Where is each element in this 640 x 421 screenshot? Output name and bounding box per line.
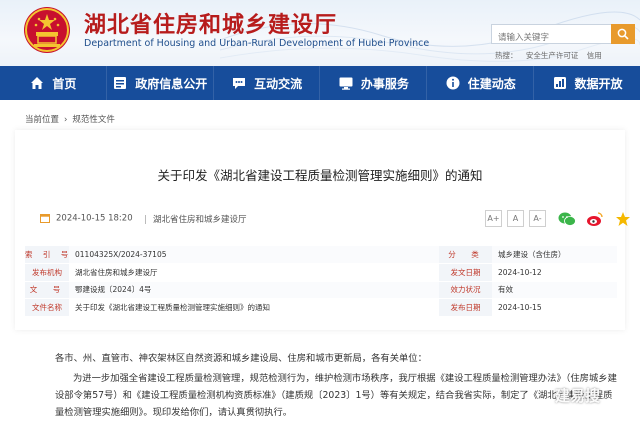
info-label: 文件名称: [25, 298, 69, 317]
table-row: 文件名称 关于印发《湖北省建设工程质量检测管理实施细则》的通知 发布日期 202…: [25, 298, 617, 317]
nav-item-home[interactable]: 首页: [0, 66, 107, 100]
letter-paragraph: 为进一步加强全省建设工程质量检测管理，规范检测行为，维护检测市场秩序，我厅根据《…: [55, 373, 617, 418]
weibo-icon[interactable]: [586, 210, 604, 228]
search-box[interactable]: [491, 24, 611, 47]
breadcrumb-separator: ›: [64, 115, 68, 125]
site-subtitle: Department of Housing and Urban-Rural De…: [84, 38, 430, 49]
article-title: 关于印发《湖北省建设工程质量检测管理实施细则》的通知: [157, 168, 483, 183]
table-row: 索 引 号 01104325X/2024-37105 分 类 城乡建设（含住房）: [25, 246, 617, 265]
nav-item-label: 住建动态: [467, 76, 516, 91]
table-row: 文 号 鄂建设规〔2024〕4号 效力状况 有效: [25, 281, 617, 300]
nav-item-label: 政府信息公开: [135, 76, 208, 91]
document-icon: [112, 75, 128, 91]
hot-words: 热搜： 安全生产许可证 信用: [495, 50, 608, 61]
search-input[interactable]: [492, 29, 611, 47]
font-default-button[interactable]: A: [507, 210, 524, 227]
nav-item-open-data[interactable]: 数据开放: [534, 66, 640, 100]
info-value: 城乡建设（含住房）: [492, 246, 617, 265]
article-meta: 2024-10-15 18:20 湖北省住房和城乡建设厅 A+ A A-: [40, 210, 630, 228]
info-value: 2024-10-15: [492, 298, 617, 317]
nav-item-news[interactable]: 住建动态: [427, 66, 535, 100]
nav-item-label: 数据开放: [574, 76, 623, 91]
home-icon: [29, 75, 45, 91]
chart-icon: [552, 75, 568, 91]
info-icon: [445, 75, 461, 91]
info-label: 发布机构: [25, 263, 69, 282]
article-publisher-text: 湖北省住房和城乡建设厅: [153, 215, 247, 225]
article-publisher: 湖北省住房和城乡建设厅: [145, 213, 247, 225]
font-size-controls: A+ A A-: [485, 210, 551, 227]
search-icon: [617, 28, 629, 40]
nav-item-interaction[interactable]: 互动交流: [214, 66, 321, 100]
monitor-icon: [338, 75, 354, 91]
info-value: 鄂建设规〔2024〕4号: [69, 281, 439, 300]
document-info-table: 索 引 号 01104325X/2024-37105 分 类 城乡建设（含住房）…: [25, 246, 617, 317]
info-label: 发布日期: [439, 298, 492, 317]
nav-item-services[interactable]: 办事服务: [320, 66, 428, 100]
meta-divider: [145, 215, 146, 224]
info-label: 索 引 号: [25, 246, 69, 265]
hot-word-link[interactable]: 信用: [587, 51, 602, 60]
search-button[interactable]: [611, 24, 635, 44]
nav-item-gov-info[interactable]: 政府信息公开: [107, 66, 214, 100]
font-increase-button[interactable]: A+: [485, 210, 502, 227]
article-date-text: 2024-10-15 18:20: [56, 213, 133, 224]
info-label: 效力状况: [439, 281, 492, 300]
info-value: 01104325X/2024-37105: [69, 246, 439, 265]
info-value: 有效: [492, 281, 617, 300]
nav-item-label: 互动交流: [254, 76, 303, 91]
info-label: 发文日期: [439, 263, 492, 282]
site-header: 湖北省住房和城乡建设厅 Department of Housing and Ur…: [0, 0, 640, 66]
main-nav: 首页 政府信息公开 互动交流 办事服务 住建动态 数据开放: [0, 66, 640, 100]
site-title[interactable]: 湖北省住房和城乡建设厅: [84, 7, 337, 39]
watermark-text: 建易搜: [555, 387, 601, 405]
table-row: 发布机构 湖北省住房和城乡建设厅 发文日期 2024-10-12: [25, 263, 617, 282]
breadcrumb-link-normative-docs[interactable]: 规范性文件: [72, 115, 115, 125]
nav-item-label: 首页: [52, 76, 77, 91]
favorite-star-icon[interactable]: [614, 210, 632, 228]
hot-word-link[interactable]: 安全生产许可证: [526, 51, 579, 60]
article-date: 2024-10-15 18:20: [40, 213, 133, 224]
info-value: 2024-10-12: [492, 263, 617, 282]
breadcrumb-current-location: 当前位置: [25, 115, 60, 125]
info-label: 分 类: [439, 246, 492, 265]
info-label: 文 号: [25, 281, 69, 300]
chat-icon: [231, 75, 247, 91]
info-value: 关于印发《湖北省建设工程质量检测管理实施细则》的通知: [69, 298, 439, 317]
national-emblem-logo: [24, 7, 70, 53]
share-icons: [558, 210, 640, 228]
letter-salutation: 各市、州、直管市、神农架林区自然资源和城乡建设局、住房和城市更新局，各有关单位：: [55, 353, 427, 364]
nav-item-label: 办事服务: [360, 76, 409, 91]
calendar-icon: [40, 214, 50, 223]
hot-words-label: 热搜：: [495, 51, 518, 60]
info-value: 湖北省住房和城乡建设厅: [69, 263, 439, 282]
wechat-icon[interactable]: [558, 210, 576, 228]
font-decrease-button[interactable]: A-: [529, 210, 546, 227]
breadcrumb: 当前位置 › 规范性文件: [25, 113, 115, 125]
